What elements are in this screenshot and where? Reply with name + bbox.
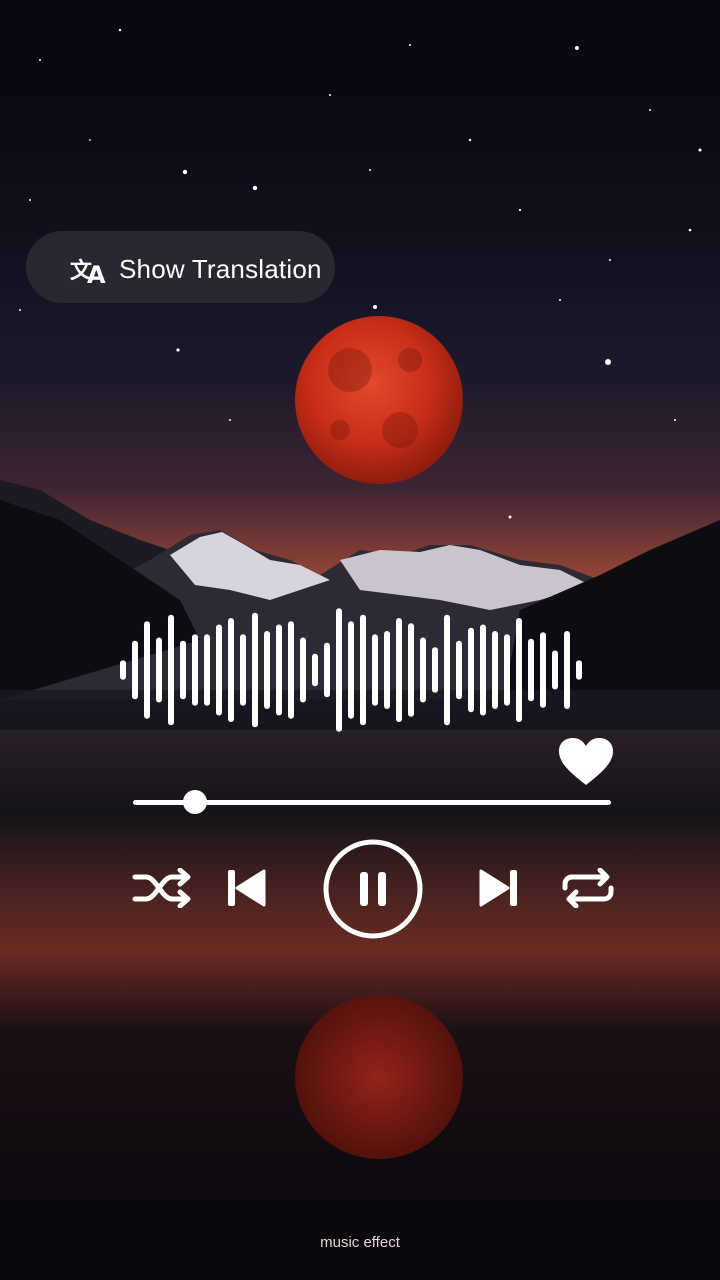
translate-icon: 文 A [70,258,106,287]
footer-caption: music effect [320,1234,400,1251]
waveform-bar [420,637,426,703]
waveform-bar [276,624,282,716]
waveform-bar [528,638,534,702]
waveform-bar [432,647,438,693]
waveform-bar [360,614,366,726]
music-player-screen: 文 A Show Translation music effect [0,0,720,1280]
waveform-bar [372,634,378,706]
waveform-bar [504,634,510,706]
waveform-bar [180,640,186,700]
waveform-bar [204,634,210,706]
waveform-bar [144,621,150,719]
waveform-bar [216,624,222,716]
show-translation-label: Show Translation [119,254,322,284]
pause-button[interactable] [322,838,424,940]
waveform-bar [576,660,582,680]
show-translation-button[interactable]: 文 A Show Translation [26,231,335,303]
waveform-bar [336,608,342,732]
waveform-bar [192,634,198,706]
like-heart-icon[interactable] [558,737,614,787]
waveform-bar [468,627,474,713]
moon-reflection [295,995,463,1159]
waveform-bar [564,631,570,709]
waveform-bar [456,640,462,700]
previous-icon[interactable] [226,868,266,908]
svg-text:A: A [87,261,106,287]
progress-knob[interactable] [183,790,208,814]
waveform-bar [552,650,558,690]
waveform-bar [348,621,354,719]
audio-waveform [120,608,582,732]
shuffle-icon[interactable] [132,868,196,908]
waveform-bar [384,631,390,709]
moon [295,316,463,484]
waveform-bar [300,637,306,703]
waveform-bar [132,640,138,700]
waveform-bar [264,631,270,709]
pause-icon [360,872,386,906]
waveform-bar [480,624,486,716]
waveform-bar [228,618,234,722]
waveform-bar [240,634,246,706]
waveform-bar [312,653,318,687]
waveform-bar [168,614,174,726]
waveform-bar [156,637,162,703]
waveform-bar [396,618,402,722]
waveform-bar [288,621,294,719]
next-icon[interactable] [479,868,519,908]
repeat-icon[interactable] [560,868,616,908]
waveform-bar [540,632,546,708]
waveform-bar [252,612,258,728]
waveform-bar [324,642,330,698]
waveform-bar [516,618,522,722]
waveform-bar [120,660,126,680]
waveform-bar [408,623,414,717]
waveform-bar [492,631,498,709]
waveform-bar [444,614,450,726]
